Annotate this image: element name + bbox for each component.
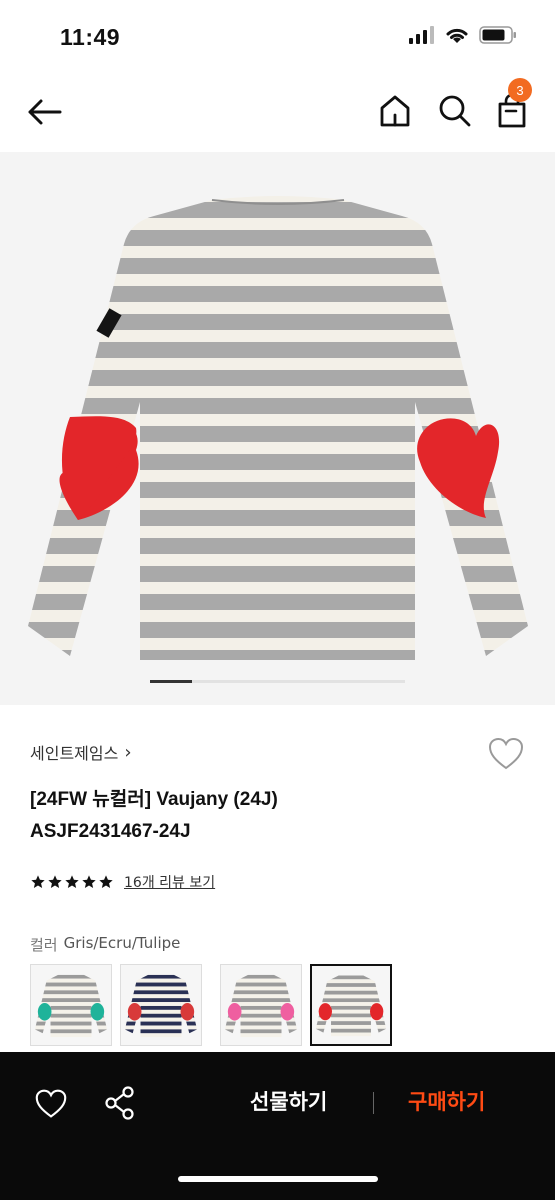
color-swatch[interactable]	[30, 964, 112, 1046]
color-label: 컬러	[30, 936, 58, 954]
color-value: Gris/Ecru/Tulipe	[63, 934, 181, 952]
chevron-right-icon: ›	[124, 741, 132, 763]
status-icons	[409, 26, 517, 44]
star-icon	[31, 875, 45, 888]
heart-outline-icon	[488, 737, 524, 770]
signal-icon	[409, 26, 434, 44]
product-image-carousel[interactable]	[0, 152, 555, 705]
search-icon	[439, 95, 471, 127]
star-icon	[48, 875, 62, 888]
product-name: [24FW 뉴컬러] Vaujany (24J)	[30, 789, 278, 810]
buy-button[interactable]: 구매하기	[408, 1086, 485, 1116]
bottom-wishlist-button[interactable]	[34, 1088, 68, 1120]
share-icon	[105, 1086, 134, 1120]
home-button[interactable]	[376, 92, 414, 130]
swatch-thumbnail	[224, 974, 298, 1038]
rating-row: 16개 리뷰 보기	[30, 872, 215, 892]
search-button[interactable]	[436, 92, 474, 130]
star-icon	[99, 875, 113, 888]
brand-link[interactable]: 세인트제임스 ›	[30, 740, 132, 764]
back-button[interactable]	[24, 92, 64, 132]
arrow-left-icon	[28, 99, 62, 125]
product-code: ASJF2431467-24J	[30, 821, 191, 842]
star-rating	[30, 874, 114, 890]
status-bar: 11:49	[0, 0, 555, 72]
heart-outline-icon	[35, 1089, 67, 1118]
cart-count-badge: 3	[508, 78, 532, 102]
star-icon	[82, 875, 96, 888]
swatch-thumbnail	[34, 974, 108, 1038]
color-swatch[interactable]	[120, 964, 202, 1046]
swatch-thumbnail	[124, 974, 198, 1038]
carousel-progress-indicator	[150, 680, 192, 683]
wifi-icon	[446, 28, 468, 43]
swatch-thumbnail	[315, 975, 387, 1037]
gift-button[interactable]: 선물하기	[250, 1086, 327, 1116]
review-link[interactable]: 16개 리뷰 보기	[124, 872, 215, 892]
divider	[373, 1092, 374, 1114]
status-time: 11:49	[60, 24, 121, 50]
product-title: [24FW 뉴컬러] Vaujany (24J) ASJF2431467-24J	[30, 784, 278, 848]
battery-icon	[479, 26, 516, 44]
star-icon	[65, 875, 79, 888]
color-swatch[interactable]	[310, 964, 392, 1046]
home-indicator	[178, 1176, 378, 1182]
share-button[interactable]	[104, 1086, 136, 1120]
product-image	[28, 196, 528, 660]
color-swatch[interactable]	[220, 964, 302, 1046]
home-icon	[380, 95, 410, 127]
brand-name: 세인트제임스	[30, 744, 119, 763]
wishlist-button[interactable]	[487, 736, 525, 772]
nav-bar	[0, 72, 555, 152]
color-label-row: 컬러 Gris/Ecru/Tulipe	[30, 934, 180, 955]
